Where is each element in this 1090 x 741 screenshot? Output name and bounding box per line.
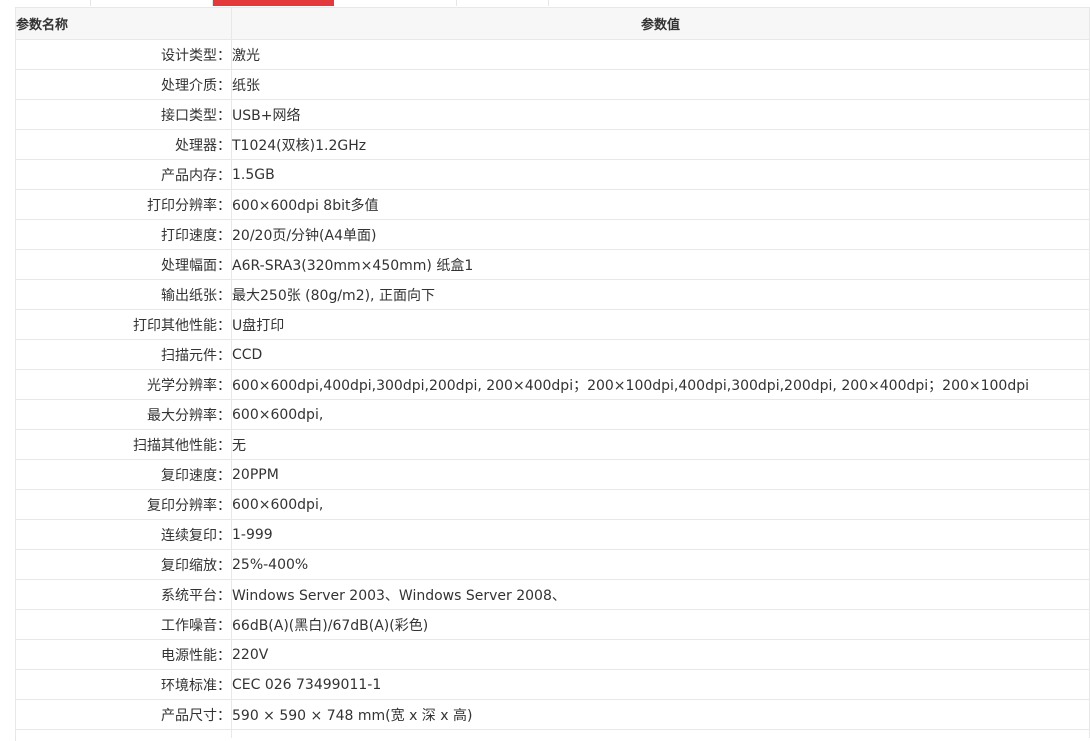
table-row: 处理幅面： A6R-SRA3(320mm×450mm) 纸盒1 [15, 249, 1090, 280]
table-row-partial [15, 729, 1090, 738]
param-value: 600×600dpi,400dpi,300dpi,200dpi, 200×400… [231, 369, 1090, 400]
table-row: 光学分辨率： 600×600dpi,400dpi,300dpi,200dpi, 2… [15, 369, 1090, 400]
param-value: 激光 [231, 39, 1090, 70]
param-value: 无 [231, 429, 1090, 460]
param-value: 20/20页/分钟(A4单面) [231, 219, 1090, 250]
table-row: 接口类型： USB+网络 [15, 99, 1090, 130]
tab-bar [0, 0, 1090, 7]
param-value: Windows Server 2003、Windows Server 2008、 [231, 579, 1090, 610]
param-value: U盘打印 [231, 309, 1090, 340]
param-name [15, 729, 232, 738]
table-row: 产品尺寸： 590 × 590 × 748 mm(宽 x 深 x 高) [15, 699, 1090, 730]
param-value: 600×600dpi, [231, 399, 1090, 430]
param-name: 系统平台： [15, 579, 232, 610]
table-row: 打印其他性能： U盘打印 [15, 309, 1090, 340]
param-value: 590 × 590 × 748 mm(宽 x 深 x 高) [231, 699, 1090, 730]
param-value: 纸张 [231, 69, 1090, 100]
param-name: 最大分辨率： [15, 399, 232, 430]
tab[interactable] [0, 0, 91, 6]
param-name: 复印分辨率： [15, 489, 232, 520]
param-value: 1.5GB [231, 159, 1090, 190]
param-name: 接口类型： [15, 99, 232, 130]
param-value: 1-999 [231, 519, 1090, 550]
table-row: 复印速度： 20PPM [15, 459, 1090, 490]
param-value: 最大250张 (80g/m2), 正面向下 [231, 279, 1090, 310]
param-name: 连续复印： [15, 519, 232, 550]
table-row: 复印缩放： 25%-400% [15, 549, 1090, 580]
table-row: 系统平台： Windows Server 2003、Windows Server … [15, 579, 1090, 610]
param-value: T1024(双核)1.2GHz [231, 129, 1090, 160]
param-name: 打印分辨率： [15, 189, 232, 220]
param-name: 处理幅面： [15, 249, 232, 280]
param-name: 扫描元件： [15, 339, 232, 370]
param-name: 处理介质： [15, 69, 232, 100]
table-row: 环境标准： CEC 026 73499011-1 [15, 669, 1090, 700]
param-value: 220V [231, 639, 1090, 670]
header-param-value: 参数值 [231, 7, 1090, 40]
table-row: 电源性能： 220V [15, 639, 1090, 670]
param-value: CEC 026 73499011-1 [231, 669, 1090, 700]
param-value: 600×600dpi, [231, 489, 1090, 520]
spec-table-body: 设计类型： 激光 处理介质： 纸张 接口类型： USB+网络 处理器： T1024(双核)1.… [15, 39, 1090, 738]
table-row: 工作噪音： 66dB(A)(黑白)/67dB(A)(彩色) [15, 609, 1090, 640]
param-name: 打印速度： [15, 219, 232, 250]
tab[interactable] [457, 0, 549, 6]
param-name: 环境标准： [15, 669, 232, 700]
param-name: 产品尺寸： [15, 699, 232, 730]
table-row: 扫描其他性能：无 [15, 429, 1090, 460]
table-row: 打印分辨率： 600×600dpi 8bit多值 [15, 189, 1090, 220]
tab[interactable] [91, 0, 213, 6]
param-name: 复印缩放： [15, 549, 232, 580]
param-value: USB+网络 [231, 99, 1090, 130]
param-name: 扫描其他性能： [15, 429, 232, 460]
table-row: 处理介质： 纸张 [15, 69, 1090, 100]
table-row: 最大分辨率： 600×600dpi, [15, 399, 1090, 430]
param-name: 产品内存： [15, 159, 232, 190]
spec-table: 参数名称 参数值 设计类型： 激光 处理介质： 纸张 接口类型： USB+网络 处理器： T1… [15, 7, 1090, 738]
table-header-row: 参数名称 参数值 [15, 7, 1090, 40]
table-row: 输出纸张： 最大250张 (80g/m2), 正面向下 [15, 279, 1090, 310]
param-value [231, 729, 1090, 738]
param-value: 25%-400% [231, 549, 1090, 580]
param-name: 输出纸张： [15, 279, 232, 310]
tab[interactable] [335, 0, 457, 6]
table-row: 处理器： T1024(双核)1.2GHz [15, 129, 1090, 160]
param-value: A6R-SRA3(320mm×450mm) 纸盒1 [231, 249, 1090, 280]
table-row: 扫描元件： CCD [15, 339, 1090, 370]
param-value: 66dB(A)(黑白)/67dB(A)(彩色) [231, 609, 1090, 640]
param-name: 复印速度： [15, 459, 232, 490]
param-name: 光学分辨率： [15, 369, 232, 400]
table-row: 复印分辨率： 600×600dpi, [15, 489, 1090, 520]
param-value: CCD [231, 339, 1090, 370]
table-row: 产品内存： 1.5GB [15, 159, 1090, 190]
header-param-name: 参数名称 [15, 7, 232, 40]
table-row: 打印速度： 20/20页/分钟(A4单面) [15, 219, 1090, 250]
param-name: 设计类型： [15, 39, 232, 70]
param-name: 打印其他性能： [15, 309, 232, 340]
table-row: 连续复印： 1-999 [15, 519, 1090, 550]
table-row: 设计类型： 激光 [15, 39, 1090, 70]
param-name: 电源性能： [15, 639, 232, 670]
param-name: 处理器： [15, 129, 232, 160]
param-value: 20PPM [231, 459, 1090, 490]
tab-active[interactable] [213, 0, 334, 6]
param-value: 600×600dpi 8bit多值 [231, 189, 1090, 220]
param-name: 工作噪音： [15, 609, 232, 640]
